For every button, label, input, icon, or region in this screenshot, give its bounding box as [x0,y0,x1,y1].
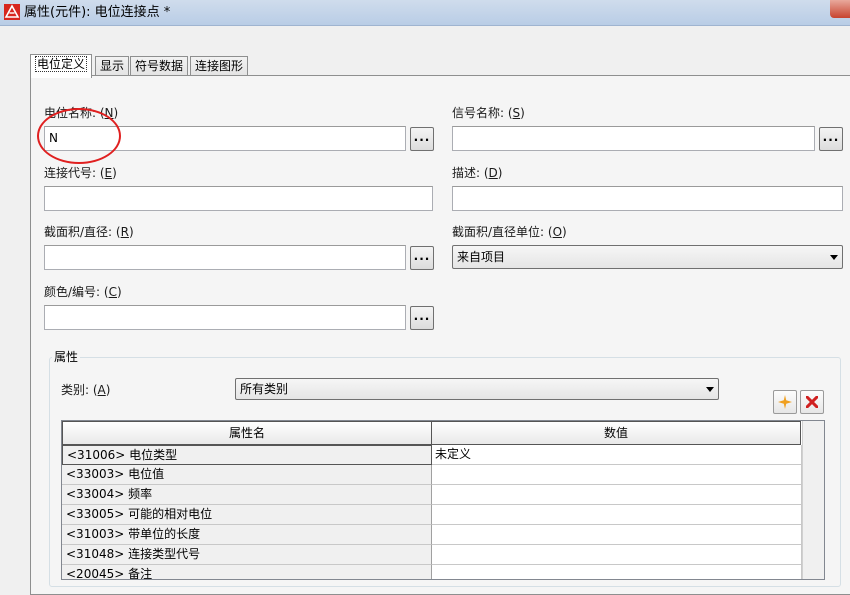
properties-group-title: 属性 [52,348,81,365]
description-input[interactable] [452,186,843,211]
color-number-input[interactable] [44,305,406,330]
property-name-cell[interactable]: <33005> 可能的相对电位 [62,505,432,525]
highlight-circle-annotation [37,108,121,164]
signal-name-input[interactable] [452,126,815,151]
property-name-cell[interactable]: <31003> 带单位的长度 [62,525,432,545]
connection-code-input[interactable] [44,186,433,211]
app-logo-icon [4,4,20,20]
tab-display[interactable]: 显示 [95,56,130,76]
column-header-value[interactable]: 数值 [431,421,801,445]
properties-table: 属性名 数值 <31006> 电位类型 未定义 <33003> 电位值 <330… [61,420,825,580]
property-value-cell[interactable] [432,505,802,525]
column-header-name[interactable]: 属性名 [62,421,432,445]
tab-label: 显示 [100,59,125,73]
new-star-icon [778,395,792,409]
cross-section-label: 截面积/直径: (R) [44,225,134,239]
table-row[interactable]: <33004> 频率 [62,485,802,505]
select-value: 所有类别 [240,382,289,396]
category-label: 类别: (A) [61,383,111,397]
signal-name-browse-button[interactable]: ... [819,127,843,151]
signal-name-label: 信号名称: (S) [452,106,525,120]
cross-section-unit-label: 截面积/直径单位: (O) [452,225,567,239]
table-scrollbar[interactable] [802,421,824,579]
property-name-cell[interactable]: <33003> 电位值 [62,465,432,485]
tab-label: 电位定义 [35,56,88,72]
cross-section-unit-select[interactable]: 来自项目 [452,245,843,269]
property-name-cell[interactable]: <31006> 电位类型 [62,445,432,465]
delete-x-icon [805,395,819,409]
table-row[interactable]: <31003> 带单位的长度 [62,525,802,545]
color-number-browse-button[interactable]: ... [410,306,434,330]
property-value-cell[interactable] [432,465,802,485]
property-name-cell[interactable]: <31048> 连接类型代号 [62,545,432,565]
property-value-cell[interactable] [432,525,802,545]
tab-symbol-data[interactable]: 符号数据 [130,56,189,76]
property-value-cell[interactable]: 未定义 [432,445,802,465]
property-value-cell[interactable] [432,565,802,579]
color-number-label: 颜色/编号: (C) [44,285,122,299]
property-name-cell[interactable]: <33004> 频率 [62,485,432,505]
table-row[interactable]: <31006> 电位类型 未定义 [62,445,802,465]
title-bar: 属性(元件): 电位连接点 * [0,0,850,26]
cross-section-browse-button[interactable]: ... [410,246,434,270]
property-value-cell[interactable] [432,485,802,505]
chevron-down-icon [830,255,838,260]
close-window-button[interactable] [830,0,850,18]
tab-connection-graphics[interactable]: 连接图形 [190,56,249,76]
table-row[interactable]: <33005> 可能的相对电位 [62,505,802,525]
property-value-cell[interactable] [432,545,802,565]
select-value: 来自项目 [457,250,506,264]
potential-name-browse-button[interactable]: ... [410,127,434,151]
table-row[interactable]: <33003> 电位值 [62,465,802,485]
table-row[interactable]: <31048> 连接类型代号 [62,545,802,565]
tab-potential-definition[interactable]: 电位定义 [30,54,93,78]
description-label: 描述: (D) [452,166,503,180]
tab-label: 符号数据 [135,59,184,73]
category-select[interactable]: 所有类别 [235,378,719,400]
tab-label: 连接图形 [195,59,244,73]
table-header: 属性名 数值 [62,421,802,445]
table-row[interactable]: <20045> 备注 [62,565,802,579]
cross-section-input[interactable] [44,245,406,270]
window-title: 属性(元件): 电位连接点 * [24,5,171,20]
new-property-button[interactable] [773,390,797,414]
chevron-down-icon [706,387,714,392]
connection-code-label: 连接代号: (E) [44,166,117,180]
delete-property-button[interactable] [800,390,824,414]
property-name-cell[interactable]: <20045> 备注 [62,565,432,579]
